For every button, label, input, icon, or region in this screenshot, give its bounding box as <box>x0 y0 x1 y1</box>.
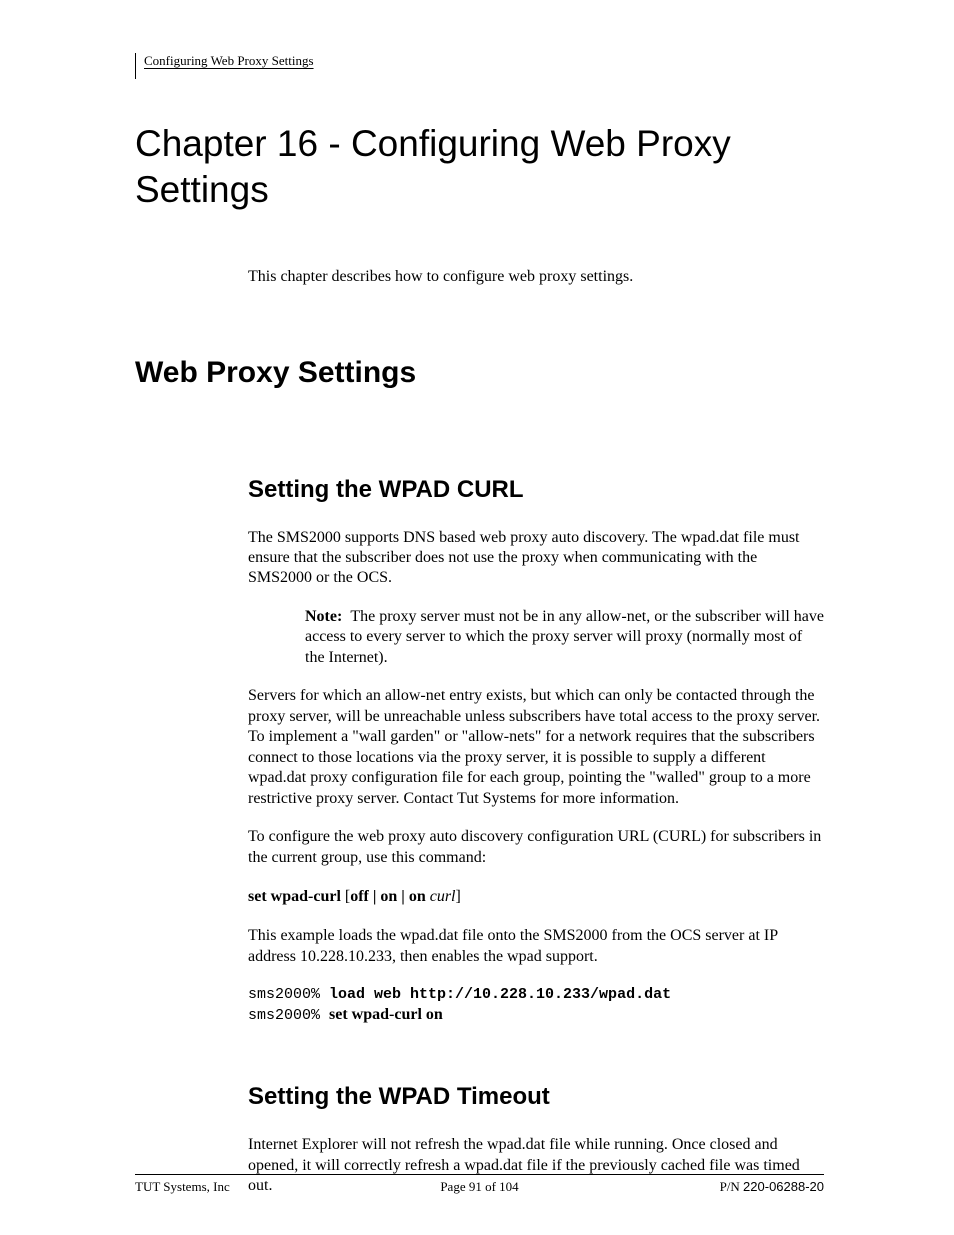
page-footer: TUT Systems, Inc Page 91 of 104 P/N 220-… <box>135 1174 824 1195</box>
running-head-text: Configuring Web Proxy Settings <box>144 53 314 68</box>
cli-line-1: sms2000% load web http://10.228.10.233/w… <box>248 985 824 1005</box>
cli-cmd-1: load web http://10.228.10.233/wpad.dat <box>329 986 671 1003</box>
cli-cmd-2: set wpad-curl on <box>329 1006 443 1023</box>
page-content: Configuring Web Proxy Settings Chapter 1… <box>0 0 954 1235</box>
wpad-curl-para-2: Servers for which an allow-net entry exi… <box>248 686 824 809</box>
cmd-bracket-open: [ <box>341 888 350 905</box>
footer-center: Page 91 of 104 <box>365 1179 595 1195</box>
cli-prompt-2: sms2000% <box>248 1007 329 1024</box>
wpad-curl-command-syntax: set wpad-curl [off | on | on curl] <box>248 888 824 906</box>
footer-right: P/N 220-06288-20 <box>594 1179 824 1195</box>
wpad-curl-note: Note: The proxy server must not be in an… <box>305 607 824 668</box>
footer-pn-label: P/N <box>720 1179 743 1194</box>
wpad-curl-para-3: To configure the web proxy auto discover… <box>248 827 824 868</box>
subsection-wpad-timeout-title: Setting the WPAD Timeout <box>248 1083 824 1111</box>
note-label: Note: <box>305 608 342 625</box>
subsection-wpad-curl-title: Setting the WPAD CURL <box>248 476 824 504</box>
running-head: Configuring Web Proxy Settings <box>135 53 314 71</box>
footer-left: TUT Systems, Inc <box>135 1179 365 1195</box>
cli-line-2: sms2000% set wpad-curl on <box>248 1005 824 1026</box>
chapter-intro: This chapter describes how to configure … <box>248 268 824 286</box>
section-title: Web Proxy Settings <box>135 356 824 390</box>
footer-pn-value: 220-06288-20 <box>743 1179 824 1194</box>
chapter-title: Chapter 16 - Configuring Web Proxy Setti… <box>135 121 824 214</box>
cli-example-block: sms2000% load web http://10.228.10.233/w… <box>248 985 824 1025</box>
wpad-curl-para-4: This example loads the wpad.dat file ont… <box>248 926 824 967</box>
cmd-part-set: set wpad-curl <box>248 888 341 905</box>
cmd-part-options: off | on | on <box>350 888 426 905</box>
wpad-curl-para-1: The SMS2000 supports DNS based web proxy… <box>248 528 824 589</box>
cmd-part-curl: curl <box>426 888 456 905</box>
cmd-bracket-close: ] <box>456 888 461 905</box>
note-body: The proxy server must not be in any allo… <box>305 608 824 666</box>
cli-prompt-1: sms2000% <box>248 986 329 1003</box>
